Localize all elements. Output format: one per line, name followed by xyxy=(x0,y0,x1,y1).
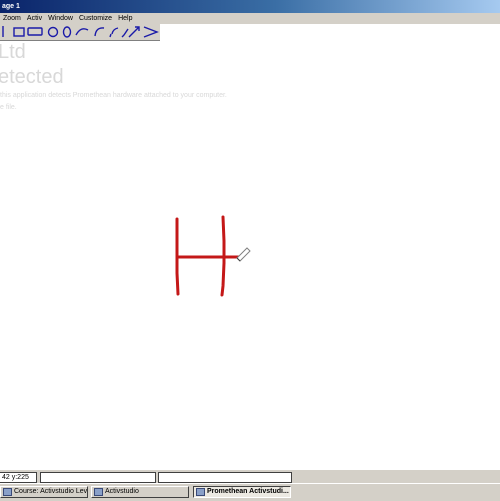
coordinates-readout: 42 y:225 xyxy=(0,472,37,483)
chevron-tool-icon[interactable] xyxy=(143,26,159,38)
status-bar: 42 y:225 xyxy=(0,469,500,484)
taskbar-item-label: Course: Activstudio Leve... xyxy=(14,488,88,495)
taskbar-item-promethean-activstudio[interactable]: Promethean Activstudi... xyxy=(193,486,291,498)
rounded-rectangle-tool-icon[interactable] xyxy=(27,27,43,36)
arc-tool-icon[interactable] xyxy=(75,28,89,36)
status-panel-2 xyxy=(40,472,156,483)
shape-toolbar xyxy=(0,24,160,41)
taskbar: Course: Activstudio Leve... Activstudio … xyxy=(0,483,500,501)
ink-annotation xyxy=(175,215,251,297)
flipchart-page[interactable]: Ltd etected this application detects Pro… xyxy=(0,41,500,469)
circle-tool-icon[interactable] xyxy=(62,26,72,38)
menu-activ[interactable]: Activ xyxy=(24,13,45,24)
menu-zoom[interactable]: Zoom xyxy=(0,13,24,24)
toolbar-empty-area xyxy=(160,24,500,41)
arrow-tool-icon[interactable] xyxy=(128,26,140,38)
browser-window-icon xyxy=(3,488,12,496)
taskbar-item-label: Promethean Activstudi... xyxy=(207,488,289,495)
window-title: age 1 xyxy=(2,3,20,10)
status-panel-3 xyxy=(158,472,292,483)
taskbar-item-activstudio[interactable]: Activstudio xyxy=(91,486,189,498)
menu-bar: Zoom Activ Window Customize Help xyxy=(0,13,500,24)
freehand-line-tool-icon[interactable] xyxy=(109,27,119,38)
curve-tool-icon[interactable] xyxy=(94,27,105,37)
ellipse-tool-icon[interactable] xyxy=(47,26,59,38)
pen-cursor-icon xyxy=(236,247,251,262)
menu-window[interactable]: Window xyxy=(45,13,76,24)
connector-tool-icon[interactable] xyxy=(121,28,129,38)
activstudio-app-icon xyxy=(196,488,205,496)
taskbar-item-course[interactable]: Course: Activstudio Leve... xyxy=(0,486,88,498)
rectangle-tool-icon[interactable] xyxy=(13,27,25,37)
window-title-bar[interactable]: age 1 xyxy=(0,0,500,13)
menu-help[interactable]: Help xyxy=(115,13,135,24)
taskbar-item-label: Activstudio xyxy=(105,488,139,495)
activstudio-app-icon xyxy=(94,488,103,496)
menu-customize[interactable]: Customize xyxy=(76,13,115,24)
